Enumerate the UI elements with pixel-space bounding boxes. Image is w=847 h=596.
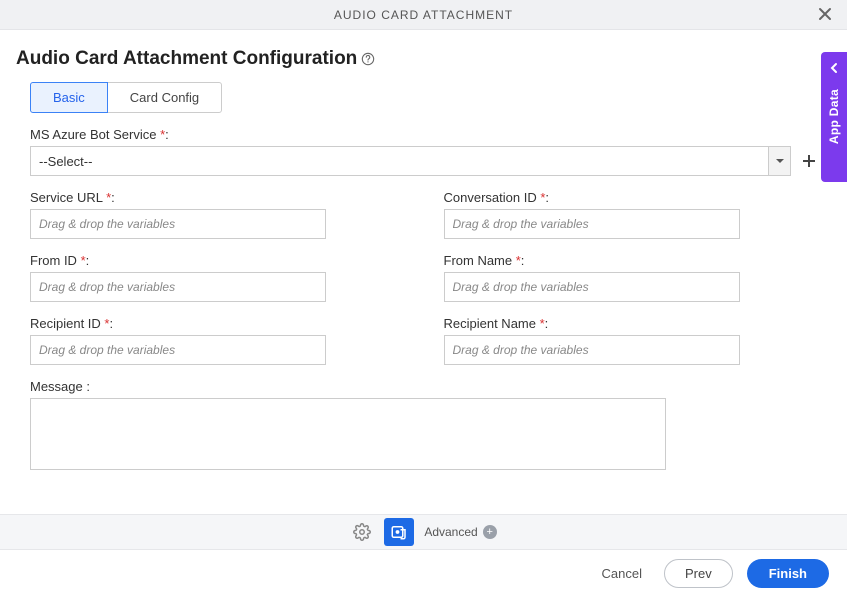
tabs: Basic Card Config	[0, 82, 847, 113]
service-url-input[interactable]	[30, 209, 326, 239]
field-recipient-name: Recipient Name *:	[444, 316, 818, 365]
fields-grid: Service URL *: From ID *: Recipient ID *…	[30, 190, 817, 379]
azure-select[interactable]: --Select--	[30, 146, 791, 176]
footer: Cancel Prev Finish	[0, 550, 847, 596]
recipient-id-input[interactable]	[30, 335, 326, 365]
bottom-toolbar: Advanced +	[0, 514, 847, 550]
tab-label: Basic	[53, 90, 85, 105]
azure-select-row: --Select--	[30, 146, 817, 176]
service-url-label: Service URL *:	[30, 190, 404, 205]
from-id-label: From ID *:	[30, 253, 404, 268]
azure-label: MS Azure Bot Service *:	[30, 127, 817, 142]
conversation-id-input[interactable]	[444, 209, 740, 239]
chevron-down-icon[interactable]	[768, 147, 790, 175]
from-name-label: From Name *:	[444, 253, 818, 268]
form-body: MS Azure Bot Service *: --Select-- Servi…	[0, 113, 847, 473]
chevron-left-icon	[828, 62, 840, 77]
app-data-drawer[interactable]: App Data	[821, 52, 847, 182]
required-asterisk: *	[160, 127, 165, 142]
dialog-header: AUDIO CARD ATTACHMENT	[0, 0, 847, 30]
right-col: Conversation ID *: From Name *: Recipien…	[444, 190, 818, 379]
message-textarea[interactable]	[30, 398, 666, 470]
help-icon[interactable]	[361, 51, 377, 67]
tab-basic[interactable]: Basic	[30, 82, 108, 113]
close-icon[interactable]	[817, 6, 833, 22]
recipient-name-label: Recipient Name *:	[444, 316, 818, 331]
field-message: Message :	[30, 379, 817, 473]
field-service-url: Service URL *:	[30, 190, 404, 239]
tab-card-config[interactable]: Card Config	[107, 82, 222, 113]
app-data-label: App Data	[827, 89, 841, 144]
field-from-id: From ID *:	[30, 253, 404, 302]
left-col: Service URL *: From ID *: Recipient ID *…	[30, 190, 404, 379]
azure-select-value: --Select--	[31, 147, 768, 175]
field-conversation-id: Conversation ID *:	[444, 190, 818, 239]
advanced-label-text: Advanced	[424, 525, 477, 539]
page-title-row: Audio Card Attachment Configuration	[0, 30, 847, 82]
field-from-name: From Name *:	[444, 253, 818, 302]
page-title: Audio Card Attachment Configuration	[16, 48, 357, 70]
recipient-id-label: Recipient ID *:	[30, 316, 404, 331]
plus-circle-icon: +	[483, 525, 497, 539]
from-name-input[interactable]	[444, 272, 740, 302]
from-id-input[interactable]	[30, 272, 326, 302]
finish-button[interactable]: Finish	[747, 559, 829, 588]
dialog-title: AUDIO CARD ATTACHMENT	[334, 8, 513, 22]
gear-icon[interactable]	[350, 520, 374, 544]
card-icon[interactable]	[384, 518, 414, 546]
recipient-name-input[interactable]	[444, 335, 740, 365]
add-azure-icon[interactable]	[801, 153, 817, 169]
conversation-id-label: Conversation ID *:	[444, 190, 818, 205]
field-recipient-id: Recipient ID *:	[30, 316, 404, 365]
message-label: Message :	[30, 379, 817, 394]
advanced-toggle[interactable]: Advanced +	[424, 525, 496, 539]
tab-label: Card Config	[130, 90, 199, 105]
prev-button[interactable]: Prev	[664, 559, 733, 588]
cancel-button[interactable]: Cancel	[594, 560, 650, 587]
